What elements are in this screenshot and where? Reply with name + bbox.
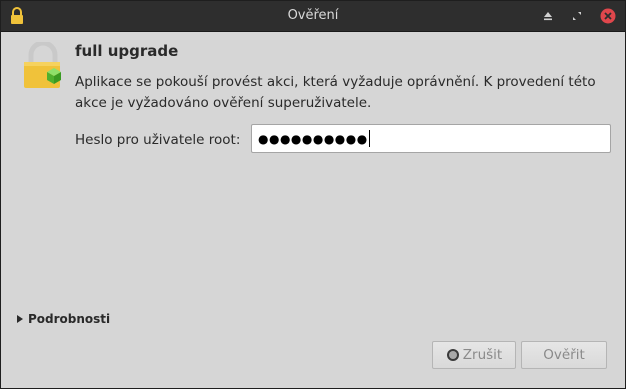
padlock-with-package-icon <box>24 42 61 88</box>
password-field[interactable]: ●●●●●●●●●● <box>251 124 611 153</box>
text-caret <box>368 130 370 147</box>
cancel-button[interactable]: Zrušit <box>432 341 516 369</box>
disclosure-triangle-icon <box>17 315 23 323</box>
resize-icon[interactable] <box>570 9 584 23</box>
authenticate-label: Ověřit <box>543 347 585 363</box>
authenticate-button[interactable]: Ověřit <box>521 341 607 369</box>
details-label: Podrobnosti <box>28 312 111 326</box>
authentication-dialog: Ověření full upgrade Aplikace se pokouší… <box>0 0 626 389</box>
close-icon[interactable] <box>600 8 616 24</box>
password-label: Heslo pro uživatele root: <box>75 132 241 148</box>
dialog-content: full upgrade Aplikace se pokouší provést… <box>1 32 625 388</box>
details-expander[interactable]: Podrobnosti <box>16 312 110 326</box>
eject-icon[interactable] <box>541 9 555 23</box>
cancel-icon <box>446 349 459 361</box>
password-dots: ●●●●●●●●●● <box>258 131 368 146</box>
title-bar[interactable]: Ověření <box>1 1 625 32</box>
action-heading: full upgrade <box>75 42 179 60</box>
cancel-label: Zrušit <box>462 347 503 363</box>
window-title: Ověření <box>287 8 339 23</box>
auth-message: Aplikace se pokouší provést akci, která … <box>75 74 596 111</box>
